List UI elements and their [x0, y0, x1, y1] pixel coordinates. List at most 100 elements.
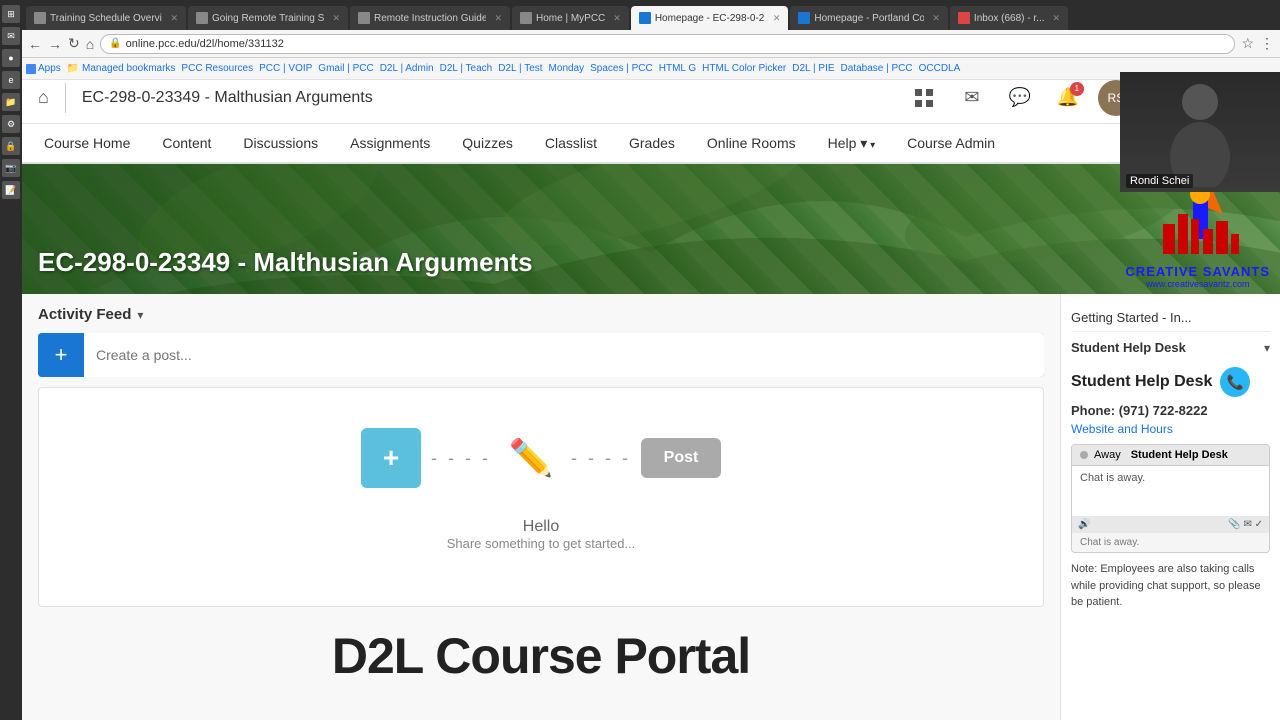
tab-favicon [798, 12, 810, 24]
tab-close-icon[interactable]: ✕ [170, 13, 178, 24]
feed-share-text: Share something to get started... [447, 536, 636, 551]
tab-going-remote[interactable]: Going Remote Training Sc... ✕ [188, 6, 348, 30]
create-post-input[interactable] [84, 333, 1044, 377]
nav-course-home[interactable]: Course Home [30, 127, 144, 159]
chat-icon-button[interactable]: 💬 [1002, 80, 1038, 116]
tab-inbox[interactable]: Inbox (668) - r... ✕ [950, 6, 1068, 30]
tab-ec298-active[interactable]: Homepage - EC-298-0-23... ✕ [631, 6, 789, 30]
apps-icon [26, 64, 36, 74]
feed-dashes-2: - - - - [571, 448, 631, 469]
tab-favicon [34, 12, 46, 24]
nav-help[interactable]: Help ▾ [814, 127, 890, 160]
notification-badge: 1 [1070, 82, 1084, 96]
tab-remote-instruction[interactable]: Remote Instruction Guide... ✕ [350, 6, 510, 30]
tab-bar: Training Schedule Overvie... ✕ Going Rem… [22, 0, 1280, 30]
d2l-home-icon[interactable]: ⌂ [38, 87, 49, 108]
tab-close-icon[interactable]: ✕ [494, 13, 502, 24]
os-settings-icon[interactable]: ⚙ [2, 115, 20, 133]
page-content: ⌂ EC-298-0-23349 - Malthusian Arguments … [22, 72, 1280, 720]
os-start-icon[interactable]: ⊞ [2, 5, 20, 23]
bookmark-database[interactable]: Database | PCC [841, 63, 913, 74]
os-camera-icon[interactable]: 📷 [2, 159, 20, 177]
os-edge-icon[interactable]: e [2, 71, 20, 89]
tab-portland-com[interactable]: Homepage - Portland Com... ✕ [790, 6, 948, 30]
bookmark-gmail[interactable]: Gmail | PCC [318, 63, 373, 74]
webcam-label: Rondi Schei [1126, 174, 1193, 188]
nav-classlist[interactable]: Classlist [531, 127, 611, 159]
refresh-button[interactable]: ↻ [68, 35, 80, 52]
tab-favicon [958, 12, 970, 24]
os-folder-icon[interactable]: 📁 [2, 93, 20, 111]
shd-note: Note: Employees are also taking calls wh… [1071, 561, 1270, 611]
activity-feed-label: Activity Feed [38, 306, 131, 323]
bookmark-button[interactable]: ☆ [1241, 35, 1254, 52]
activity-feed-dropdown[interactable]: ▾ [137, 308, 143, 322]
chat-footer-text: Chat is away. [1080, 537, 1139, 548]
grid-icon-button[interactable] [906, 80, 942, 116]
back-button[interactable]: ← [28, 36, 42, 52]
student-help-desk-bar[interactable]: Student Help Desk ▾ [1071, 332, 1270, 363]
chat-widget-title: Student Help Desk [1131, 449, 1228, 461]
tab-close-icon[interactable]: ✕ [332, 13, 340, 24]
os-chrome-icon[interactable]: ● [2, 49, 20, 67]
tab-close-icon[interactable]: ✕ [932, 13, 940, 24]
bookmark-spaces[interactable]: Spaces | PCC [590, 63, 653, 74]
mail-icon-button[interactable]: ✉ [954, 80, 990, 116]
bookmark-d2l-pie[interactable]: D2L | PIE [792, 63, 834, 74]
tab-favicon [196, 12, 208, 24]
cs-logo-subtext: www.creativesavantz.com [1125, 279, 1270, 289]
nav-online-rooms[interactable]: Online Rooms [693, 127, 810, 159]
bookmark-d2l-teach[interactable]: D2L | Teach [440, 63, 493, 74]
bookmark-managed[interactable]: 📁 Managed bookmarks [67, 63, 176, 74]
create-post-plus-button[interactable]: + [38, 333, 84, 377]
bookmark-d2l-test[interactable]: D2L | Test [498, 63, 542, 74]
shd-links[interactable]: Website and Hours [1071, 422, 1270, 436]
bookmark-monday[interactable]: Monday [549, 63, 585, 74]
getting-started-label: Getting Started - In... [1071, 304, 1270, 332]
bookmark-html-color[interactable]: HTML Color Picker [702, 63, 786, 74]
bookmark-bar: Apps 📁 Managed bookmarks PCC Resources P… [22, 58, 1280, 80]
bookmark-apps[interactable]: Apps [26, 63, 61, 74]
tab-favicon [639, 12, 651, 24]
notifications-button[interactable]: 🔔 1 [1050, 80, 1086, 116]
student-help-desk-title: Student Help Desk 📞 [1071, 367, 1270, 397]
nav-quizzes[interactable]: Quizzes [448, 127, 527, 159]
address-text: online.pcc.edu/d2l/home/331132 [126, 38, 284, 50]
os-lock-icon[interactable]: 🔒 [2, 137, 20, 155]
os-mail-icon[interactable]: ✉ [2, 27, 20, 45]
bookmark-occdla[interactable]: OCCDLA [919, 63, 961, 74]
main-area: ⌂ EC-298-0-23349 - Malthusian Arguments … [22, 72, 1280, 720]
tab-close-icon[interactable]: ✕ [773, 13, 781, 24]
nav-grades[interactable]: Grades [615, 127, 689, 159]
tab-close-icon[interactable]: ✕ [613, 13, 621, 24]
chat-body-text: Chat is away. [1080, 472, 1145, 484]
tab-training-schedule[interactable]: Training Schedule Overvie... ✕ [26, 6, 186, 30]
bookmark-htmlg[interactable]: HTML G [659, 63, 696, 74]
chat-toolbar-icons: 🔊 [1078, 519, 1090, 530]
nav-course-admin[interactable]: Course Admin [893, 127, 1009, 159]
address-bar[interactable]: 🔒 online.pcc.edu/d2l/home/331132 [100, 34, 1235, 54]
nav-content[interactable]: Content [148, 127, 225, 159]
activity-feed-header: Activity Feed ▾ [38, 306, 1044, 323]
hero-banner: EC-298-0-23349 - Malthusian Arguments [22, 164, 1280, 294]
os-note-icon[interactable]: 📝 [2, 181, 20, 199]
tab-close-icon[interactable]: ✕ [1053, 13, 1061, 24]
bookmark-pcc-resources[interactable]: PCC Resources [181, 63, 253, 74]
bookmark-pcc-voip[interactable]: PCC | VOIP [259, 63, 312, 74]
student-help-desk-bar-label: Student Help Desk [1071, 340, 1186, 355]
chat-body: Chat is away. [1072, 466, 1269, 516]
tab-mypcc[interactable]: Home | MyPCC ✕ [512, 6, 629, 30]
nav-discussions[interactable]: Discussions [229, 127, 332, 159]
nav-assignments[interactable]: Assignments [336, 127, 444, 159]
extensions-button[interactable]: ⋮ [1260, 35, 1274, 52]
left-column: Activity Feed ▾ + + - - - - ✏️ - - - - P… [22, 294, 1060, 720]
student-help-desk-content: Student Help Desk 📞 Phone: (971) 722-822… [1071, 363, 1270, 615]
forward-button[interactable]: → [48, 36, 62, 52]
bookmark-d2l-admin[interactable]: D2L | Admin [380, 63, 434, 74]
student-help-desk-chevron: ▾ [1264, 341, 1270, 355]
tab-favicon [358, 12, 370, 24]
cs-logo-text: CREATIVE SAVANTS [1125, 264, 1270, 279]
right-column: Getting Started - In... Student Help Des… [1060, 294, 1280, 720]
phone-icon: 📞 [1220, 367, 1250, 397]
home-button[interactable]: ⌂ [86, 36, 94, 52]
